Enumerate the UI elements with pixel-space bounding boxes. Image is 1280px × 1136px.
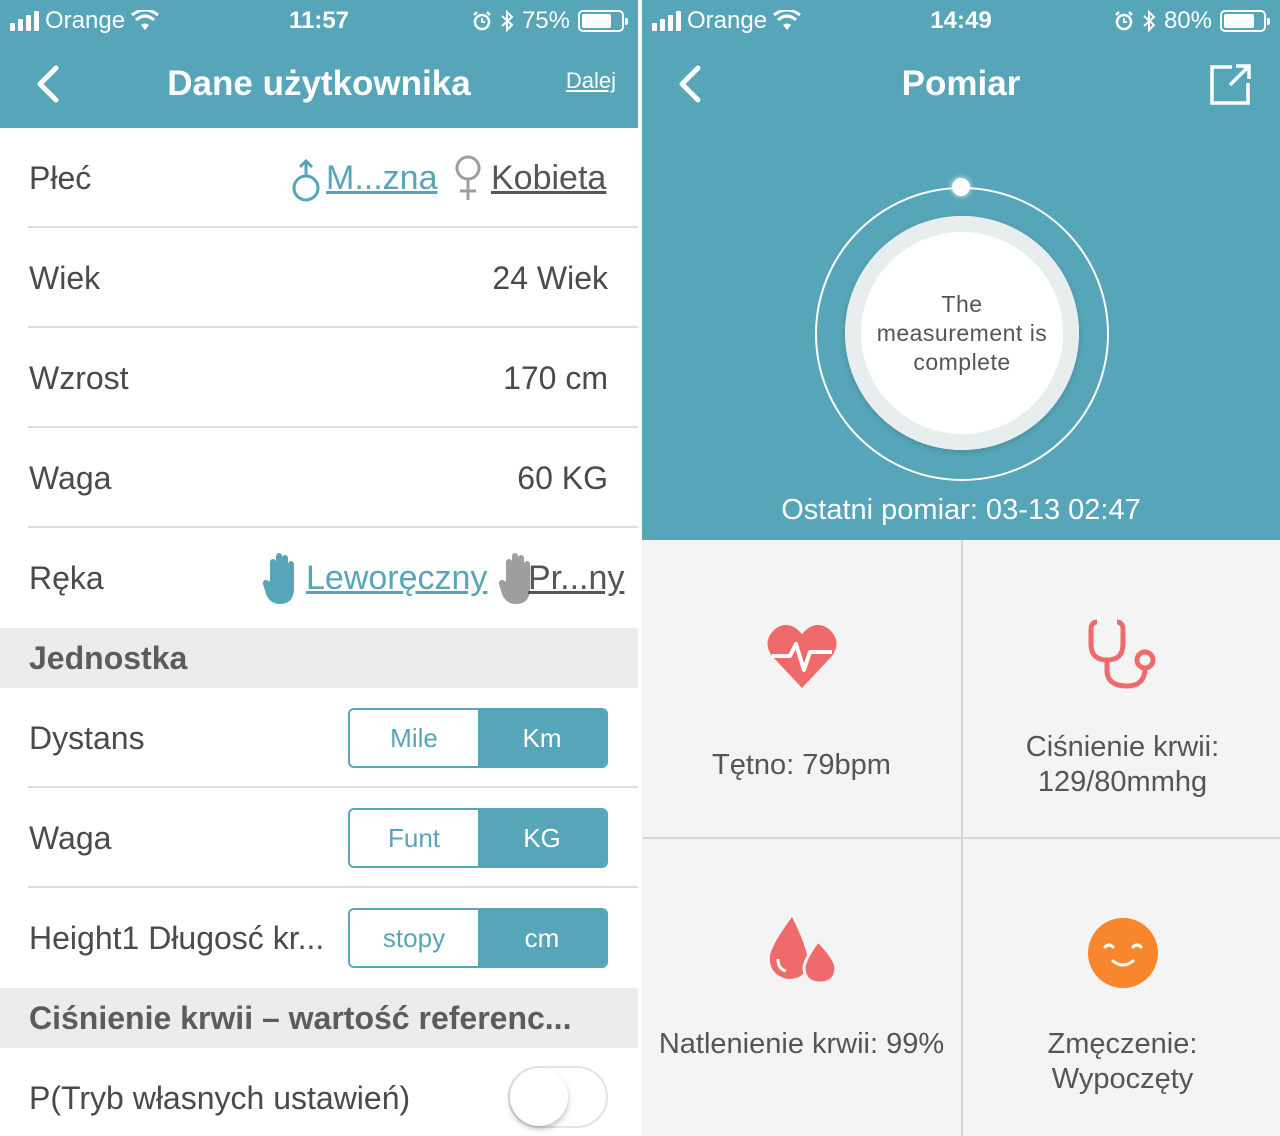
- page-title: Pomiar: [901, 64, 1021, 103]
- status-right: 75%: [472, 7, 628, 35]
- age-row[interactable]: Wiek 24 Wiek: [0, 228, 638, 328]
- heart-rate-label: Tętno: 79bpm: [712, 749, 891, 781]
- length-unit-label: Height1 Długosć kr...: [29, 920, 325, 956]
- blood-pressure-label: Ciśnienie krwii: 129/80mmhg: [1025, 731, 1220, 798]
- gender-male-option[interactable]: M...zna: [326, 128, 437, 228]
- male-icon[interactable]: [290, 158, 324, 202]
- measurement-screen: The measurement is complete Ostatni pomi…: [642, 0, 1280, 1136]
- progress-dot: [952, 178, 970, 196]
- weight-unit-label: Waga: [29, 820, 112, 856]
- last-measurement: Ostatni pomiar: 03-13 02:47: [781, 494, 1141, 526]
- next-link[interactable]: Dalej: [566, 68, 616, 94]
- battery-icon: [578, 10, 628, 32]
- age-label: Wiek: [29, 260, 101, 296]
- alarm-icon: [473, 11, 491, 31]
- unit-cm-option[interactable]: cm: [478, 910, 606, 966]
- female-icon[interactable]: [452, 154, 484, 202]
- alarm-icon: [1115, 11, 1133, 31]
- height-label: Wzrost: [29, 360, 129, 396]
- gender-label: Płeć: [29, 160, 92, 196]
- blood-drops-icon: [769, 917, 838, 985]
- weight-row[interactable]: Waga 60 KG: [0, 428, 638, 528]
- user-data-screen: Orange 11:57 75% Dane użytkownika Dalej …: [0, 0, 638, 1136]
- distance-unit-row: Dystans Mile Km: [0, 688, 638, 788]
- height-row[interactable]: Wzrost 170 cm: [0, 328, 638, 428]
- distance-unit-label: Dystans: [29, 720, 145, 756]
- height-value: 170 cm: [503, 360, 608, 396]
- status-bar: Orange 14:49 80%: [642, 0, 1280, 44]
- stethoscope-icon: [1088, 619, 1156, 689]
- hand-row: Ręka Leworęczny Pr...ny: [0, 528, 638, 628]
- weight-unit-segmented: Funt KG: [348, 808, 608, 868]
- weight-unit-row: Waga Funt KG: [0, 788, 638, 888]
- measure-button[interactable]: The measurement is complete: [845, 216, 1079, 450]
- hand-left-option[interactable]: Leworęczny: [306, 528, 487, 628]
- blood-pressure-tile[interactable]: Ciśnienie krwii: 129/80mmhg: [963, 540, 1280, 838]
- status-right: 80%: [1114, 7, 1270, 35]
- unit-pound-option[interactable]: Funt: [350, 810, 478, 866]
- bluetooth-icon: [501, 10, 514, 32]
- distance-unit-segmented: Mile Km: [348, 708, 608, 768]
- page-title: Dane użytkownika: [167, 64, 471, 103]
- unit-km-option[interactable]: Km: [478, 710, 606, 766]
- unit-mile-option[interactable]: Mile: [350, 710, 478, 766]
- length-unit-segmented: stopy cm: [348, 908, 608, 968]
- weight-value: 60 KG: [517, 460, 608, 496]
- custom-mode-label: P(Tryb własnych ustawień): [29, 1080, 411, 1116]
- custom-mode-toggle[interactable]: [508, 1066, 608, 1128]
- smiley-icon: [1088, 918, 1158, 988]
- grid-divider-horizontal: [642, 837, 1280, 839]
- heart-rate-tile[interactable]: Tętno: 79bpm: [642, 540, 961, 838]
- toggle-knob: [510, 1068, 568, 1126]
- units-section-header: Jednostka: [0, 628, 638, 688]
- measurement-status: The measurement is complete: [876, 290, 1048, 375]
- hand-label: Ręka: [29, 560, 104, 596]
- share-icon[interactable]: [1208, 64, 1252, 106]
- unit-kg-option[interactable]: KG: [478, 810, 606, 866]
- battery-percent: 80%: [1163, 7, 1212, 34]
- fatigue-label: Zmęczenie: Wypoczęty: [1047, 1028, 1198, 1095]
- battery-icon: [1220, 10, 1270, 32]
- weight-label: Waga: [29, 460, 112, 496]
- bluetooth-icon: [1143, 10, 1156, 32]
- heart-pulse-icon: [767, 624, 837, 688]
- age-value: 24 Wiek: [492, 260, 608, 296]
- section-title: Jednostka: [29, 640, 188, 676]
- custom-mode-row: P(Tryb własnych ustawień): [0, 1048, 638, 1136]
- length-unit-row: Height1 Długosć kr... stopy cm: [0, 888, 638, 988]
- hand-right-option[interactable]: Pr...ny: [528, 528, 624, 628]
- battery-percent: 75%: [521, 7, 570, 34]
- gender-row: Płeć M...zna Kobieta: [0, 128, 638, 228]
- oxygen-tile[interactable]: Natlenienie krwii: 99%: [642, 839, 961, 1136]
- oxygen-label: Natlenienie krwii: 99%: [658, 1028, 945, 1060]
- gender-female-option[interactable]: Kobieta: [491, 128, 606, 228]
- unit-feet-option[interactable]: stopy: [350, 910, 478, 966]
- bp-reference-section-header: Ciśnienie krwii – wartość referenc...: [0, 988, 638, 1048]
- left-hand-icon[interactable]: [262, 550, 302, 606]
- fatigue-tile[interactable]: Zmęczenie: Wypoczęty: [963, 839, 1280, 1136]
- status-bar: Orange 11:57 75%: [0, 0, 638, 44]
- section-title: Ciśnienie krwii – wartość referenc...: [29, 1000, 572, 1036]
